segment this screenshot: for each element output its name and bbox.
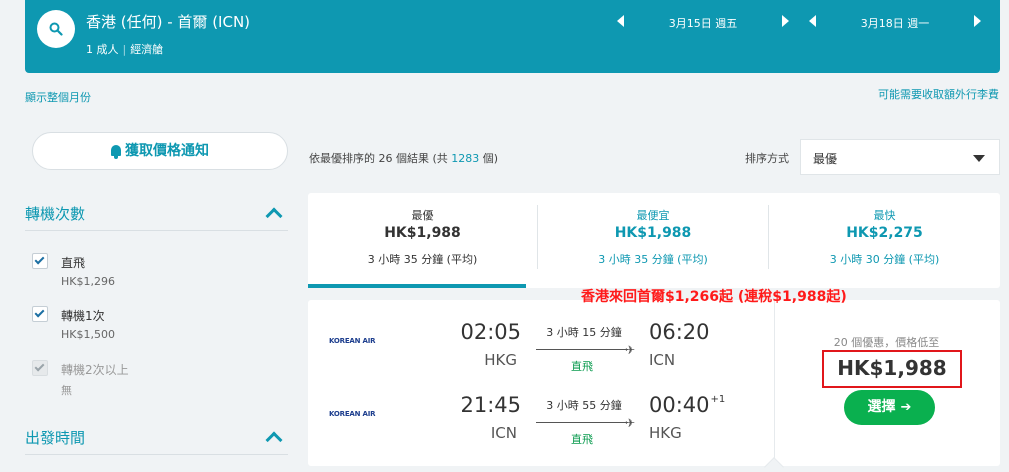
select-label: 選擇	[867, 399, 896, 415]
divider	[25, 230, 288, 231]
return-leg: KOREAN AIR 21:45 ICN 3 小時 55 分鐘 ✈ 直飛 00:…	[308, 391, 774, 451]
airline-logo: KOREAN AIR	[329, 410, 376, 418]
filter-price: 無	[61, 384, 72, 397]
sort-select[interactable]: 最優	[800, 139, 1000, 175]
tab-price: HK$2,275	[846, 225, 923, 241]
filter-label: 直飛	[61, 256, 86, 270]
route-line	[536, 422, 628, 423]
airline-name: KOREAN AIR	[329, 410, 376, 418]
departure-time-filter-title[interactable]: 出發時間	[25, 427, 85, 448]
tab-price: HK$1,988	[614, 225, 692, 241]
details-toggle[interactable]	[764, 457, 784, 472]
arrival-time: 00:40+1	[649, 393, 725, 417]
promo-overlay: 香港來回首爾$1,266起 (連稅$1,988起)	[581, 289, 847, 305]
show-whole-month-link[interactable]: 顯示整個月份	[25, 89, 91, 105]
baggage-fees-link[interactable]: 可能需要收取額外行李費	[878, 86, 999, 102]
cabin-class: 經濟艙	[130, 43, 164, 56]
total-results-link[interactable]: 1283	[451, 152, 479, 165]
flight-duration: 3 小時 55 分鐘	[546, 399, 622, 412]
chevron-up-icon[interactable]	[265, 207, 283, 225]
tab-name: 最快	[873, 209, 896, 222]
arrival-time: 06:20	[649, 320, 711, 344]
price: HK$1,988	[822, 350, 962, 388]
passenger-count: 1 成人	[86, 43, 119, 56]
arrow-right-icon: ➔	[900, 400, 912, 415]
filter-price: HK$1,500	[61, 328, 115, 341]
stops-label: 直飛	[571, 360, 593, 373]
airplane-icon: ✈	[625, 416, 636, 430]
arrival-airport: HKG	[649, 424, 682, 442]
departure-airport: ICN	[490, 424, 517, 442]
departure-time: 21:45	[460, 393, 521, 417]
result-summary: 依最優排序的 26 個結果 (共 1283 個)	[309, 150, 498, 166]
search-icon	[49, 22, 63, 36]
chevron-up-icon[interactable]	[265, 431, 283, 449]
result-summary-suffix: 個)	[479, 152, 499, 165]
stops-label: 直飛	[571, 433, 593, 446]
search-summary-bar: 香港 (任何) - 首爾 (ICN) 1 成人 | 經濟艙 3月15日 週五 3月1…	[25, 0, 1000, 73]
sort-label: 排序方式	[745, 152, 789, 165]
tab-duration: 3 小時 35 分鐘 (平均)	[367, 253, 478, 266]
day-offset: +1	[710, 394, 726, 405]
arrival-airport: ICN	[649, 351, 676, 369]
stops-filter-title[interactable]: 轉機次數	[25, 203, 85, 224]
select-button[interactable]: 選擇 ➔	[844, 390, 935, 425]
checkbox[interactable]	[32, 306, 48, 322]
outbound-date[interactable]: 3月15日 週五	[617, 15, 789, 31]
sort-tabs: 最優 HK$1,988 3 小時 35 分鐘 (平均) 最便宜 HK$1,988…	[308, 193, 1000, 288]
result-summary-prefix: 依最優排序的 26 個結果 (共	[309, 152, 452, 165]
checkbox[interactable]	[32, 253, 48, 269]
check-icon	[34, 307, 45, 318]
tab-name: 最便宜	[636, 209, 670, 222]
filter-price: HK$1,296	[61, 275, 115, 288]
return-date[interactable]: 3月18日 週一	[809, 15, 981, 31]
arrival-time-value: 00:40	[649, 393, 710, 417]
airline-logo: KOREAN AIR	[329, 337, 376, 345]
tab-name: 最優	[411, 209, 434, 222]
flight-duration: 3 小時 15 分鐘	[546, 326, 622, 339]
divider	[774, 300, 775, 466]
tab-best[interactable]: 最優 HK$1,988 3 小時 35 分鐘 (平均)	[308, 193, 537, 288]
next-return-date-icon[interactable]	[974, 15, 981, 27]
sort-value: 最優	[813, 152, 838, 166]
return-date-nav: 3月18日 週一	[809, 13, 981, 31]
departure-time: 02:05	[460, 320, 521, 344]
tab-duration: 3 小時 35 分鐘 (平均)	[598, 253, 708, 266]
tab-fastest[interactable]: 最快 HK$2,275 3 小時 30 分鐘 (平均)	[769, 193, 1000, 288]
tab-duration: 3 小時 30 分鐘 (平均)	[829, 253, 940, 266]
checkbox	[32, 360, 48, 376]
filter-label: 轉機1次	[61, 309, 105, 323]
tab-price: HK$1,988	[384, 225, 461, 241]
route-title[interactable]: 香港 (任何) - 首爾 (ICN)	[86, 11, 250, 32]
arrival-time-value: 06:20	[649, 320, 710, 344]
active-tab-indicator	[308, 284, 526, 288]
next-outbound-date-icon[interactable]	[782, 15, 789, 27]
route-line	[536, 349, 628, 350]
divider: |	[122, 43, 127, 56]
edit-search-button[interactable]	[37, 10, 75, 48]
passenger-cabin-info[interactable]: 1 成人 | 經濟艙	[86, 41, 163, 57]
filter-label: 轉機2次以上	[61, 363, 129, 377]
price-alert-button[interactable]: 獲取價格通知	[32, 132, 288, 170]
deals-count: 20 個優惠，價格低至	[833, 336, 940, 349]
bell-icon	[111, 145, 121, 159]
tab-cheapest[interactable]: 最便宜 HK$1,988 3 小時 35 分鐘 (平均)	[538, 193, 768, 288]
price-alert-label: 獲取價格通知	[125, 143, 209, 159]
departure-airport: HKG	[484, 351, 517, 369]
flight-result-card[interactable]: KOREAN AIR 02:05 HKG 3 小時 15 分鐘 ✈ 直飛 06:…	[308, 300, 1000, 472]
check-icon	[34, 254, 45, 265]
check-icon	[34, 361, 45, 372]
caret-down-icon	[973, 155, 985, 162]
airplane-icon: ✈	[625, 343, 636, 357]
outbound-leg: KOREAN AIR 02:05 HKG 3 小時 15 分鐘 ✈ 直飛 06:…	[308, 318, 774, 378]
divider	[25, 454, 288, 455]
airline-name: KOREAN AIR	[329, 337, 376, 345]
outbound-date-nav: 3月15日 週五	[617, 13, 789, 31]
